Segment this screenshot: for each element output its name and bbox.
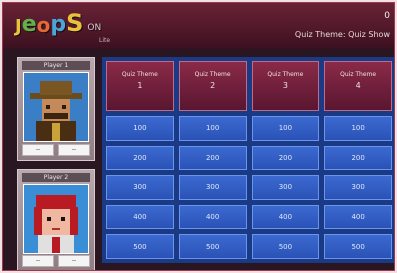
category-label: Quiz Theme: [267, 71, 304, 78]
question-cell[interactable]: 300: [324, 175, 392, 200]
logo-suffix: ON: [87, 23, 102, 33]
logo-letter: o: [36, 13, 51, 37]
category-header[interactable]: Quiz Theme 2: [178, 61, 247, 111]
question-cell[interactable]: 400: [251, 204, 320, 230]
player-sidebar: Player 1 -- -- Player 2 -- --: [17, 57, 95, 270]
category-label: Quiz Theme: [121, 71, 158, 78]
top-bar: J e o p S ON Lite 0 Quiz Theme: Quiz Sho…: [3, 3, 394, 49]
question-cell[interactable]: 200: [106, 145, 174, 171]
game-window: J e o p S ON Lite 0 Quiz Theme: Quiz Sho…: [2, 2, 395, 271]
question-cell[interactable]: 100: [178, 116, 247, 141]
logo-letter: e: [21, 12, 37, 37]
question-cell[interactable]: 500: [251, 234, 320, 259]
score-counter: 0: [384, 11, 390, 21]
player-action-button[interactable]: --: [22, 144, 54, 156]
question-cell[interactable]: 500: [178, 234, 247, 259]
category-label: Quiz Theme: [194, 71, 231, 78]
question-cell[interactable]: 500: [106, 234, 174, 259]
question-cell[interactable]: 100: [324, 116, 392, 141]
player-name: Player 2: [22, 173, 90, 182]
logo-subtitle: Lite: [99, 37, 111, 44]
question-cell[interactable]: 200: [178, 145, 247, 171]
question-cell[interactable]: 400: [324, 204, 392, 230]
category-header[interactable]: Quiz Theme 3: [251, 61, 320, 111]
player-action-button[interactable]: --: [58, 255, 90, 267]
question-cell[interactable]: 400: [106, 204, 174, 230]
game-logo: J e o p S ON: [15, 9, 101, 37]
category-number: 4: [355, 81, 361, 90]
question-cell[interactable]: 300: [178, 175, 247, 200]
category-label: Quiz Theme: [340, 71, 377, 78]
logo-letter: p: [50, 12, 67, 37]
logo-letter: J: [15, 16, 22, 37]
question-cell[interactable]: 200: [251, 145, 320, 171]
question-cell[interactable]: 100: [106, 116, 174, 141]
red-hair-avatar: [23, 184, 89, 254]
cowboy-avatar: [23, 72, 89, 142]
status-text: Quiz Theme: Quiz Show: [294, 30, 390, 39]
category-number: 3: [282, 81, 288, 90]
question-cell[interactable]: 300: [251, 175, 320, 200]
player-action-button[interactable]: --: [22, 255, 54, 267]
question-cell[interactable]: 400: [178, 204, 247, 230]
player-card: Player 2 -- --: [17, 169, 95, 270]
category-header[interactable]: Quiz Theme 4: [324, 61, 392, 111]
question-cell[interactable]: 100: [251, 116, 320, 141]
quiz-board: Quiz Theme 1 Quiz Theme 2 Quiz Theme 3 Q…: [102, 57, 394, 263]
player-action-button[interactable]: --: [58, 144, 90, 156]
category-number: 2: [210, 81, 216, 90]
quiz-grid: Quiz Theme 1 Quiz Theme 2 Quiz Theme 3 Q…: [106, 61, 392, 259]
player-card: Player 1 -- --: [17, 57, 95, 161]
question-cell[interactable]: 300: [106, 175, 174, 200]
category-header[interactable]: Quiz Theme 1: [106, 61, 174, 111]
question-cell[interactable]: 500: [324, 234, 392, 259]
player-actions: -- --: [22, 144, 90, 156]
player-name: Player 1: [22, 61, 90, 70]
category-number: 1: [137, 81, 143, 90]
logo-letter: S: [66, 9, 84, 37]
player-actions: -- --: [22, 255, 90, 267]
question-cell[interactable]: 200: [324, 145, 392, 171]
